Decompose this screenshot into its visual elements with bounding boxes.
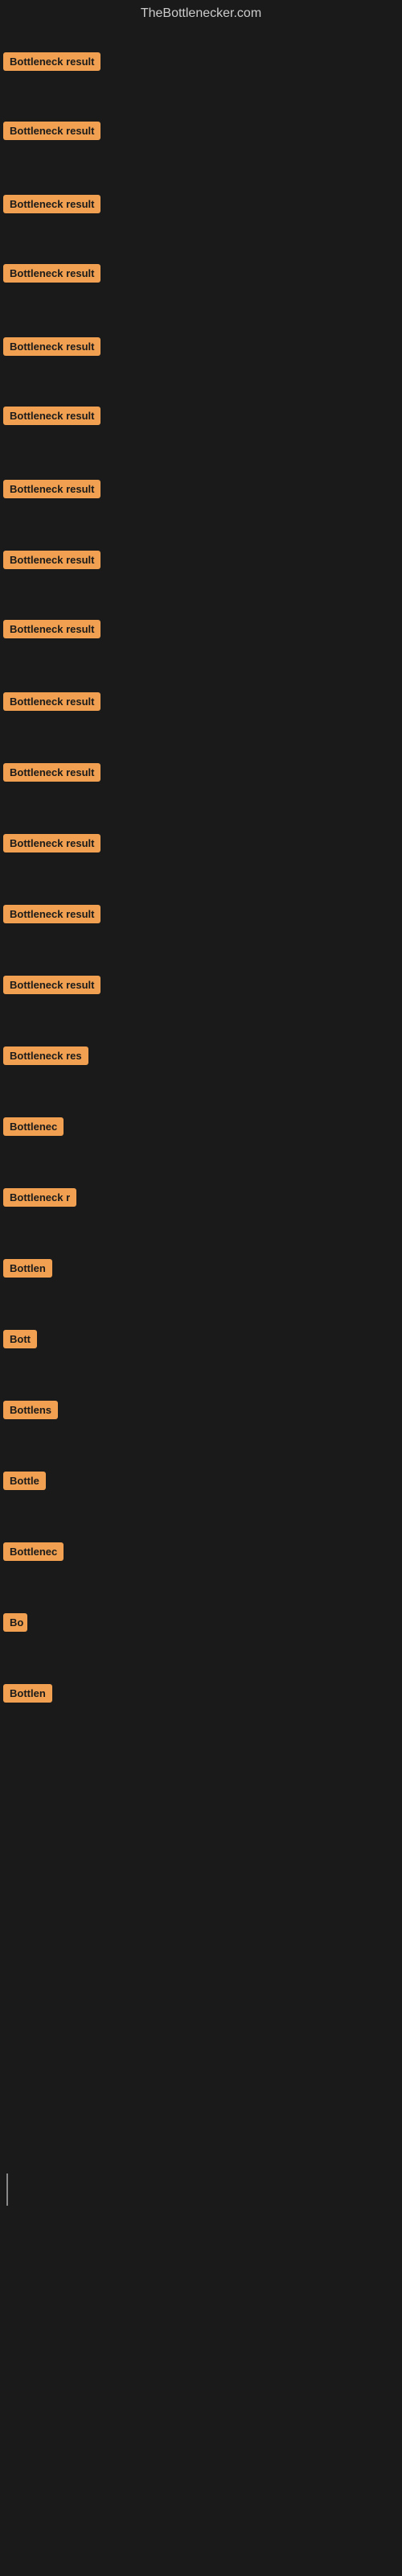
bottleneck-badge: Bottleneck result <box>3 480 100 498</box>
bottleneck-item-2[interactable]: Bottleneck result <box>3 122 100 144</box>
bottleneck-badge: Bottlens <box>3 1401 58 1419</box>
bottleneck-badge: Bottleneck result <box>3 763 100 782</box>
bottleneck-badge: Bott <box>3 1330 37 1348</box>
bottleneck-badge: Bottleneck result <box>3 122 100 140</box>
site-title: TheBottlenecker.com <box>0 0 402 31</box>
bottleneck-badge: Bottleneck result <box>3 407 100 425</box>
bottleneck-badge: Bottleneck r <box>3 1188 76 1207</box>
bottleneck-item-12[interactable]: Bottleneck result <box>3 834 100 857</box>
bottleneck-badge: Bottleneck result <box>3 834 100 852</box>
bottleneck-badge: Bottleneck result <box>3 620 100 638</box>
bottleneck-item-10[interactable]: Bottleneck result <box>3 692 100 715</box>
bottleneck-item-7[interactable]: Bottleneck result <box>3 480 100 502</box>
bottleneck-item-1[interactable]: Bottleneck result <box>3 52 100 75</box>
bottleneck-item-14[interactable]: Bottleneck result <box>3 976 100 998</box>
bottleneck-badge: Bottleneck result <box>3 692 100 711</box>
bottleneck-item-4[interactable]: Bottleneck result <box>3 264 100 287</box>
bottleneck-item-22[interactable]: Bottlenec <box>3 1542 64 1565</box>
bottleneck-item-23[interactable]: Bo <box>3 1613 27 1636</box>
bottleneck-item-11[interactable]: Bottleneck result <box>3 763 100 786</box>
bottleneck-badge: Bottleneck result <box>3 195 100 213</box>
bottleneck-item-9[interactable]: Bottleneck result <box>3 620 100 642</box>
bottleneck-item-21[interactable]: Bottle <box>3 1472 46 1494</box>
bottleneck-item-13[interactable]: Bottleneck result <box>3 905 100 927</box>
bottleneck-badge: Bottlen <box>3 1684 52 1703</box>
bottleneck-badge: Bottle <box>3 1472 46 1490</box>
bottleneck-item-16[interactable]: Bottlenec <box>3 1117 64 1140</box>
bottleneck-item-20[interactable]: Bottlens <box>3 1401 58 1423</box>
bottleneck-item-17[interactable]: Bottleneck r <box>3 1188 76 1211</box>
bottleneck-badge: Bottleneck res <box>3 1046 88 1065</box>
bottleneck-item-6[interactable]: Bottleneck result <box>3 407 100 429</box>
bottleneck-item-19[interactable]: Bott <box>3 1330 37 1352</box>
bottleneck-item-3[interactable]: Bottleneck result <box>3 195 100 217</box>
bottleneck-item-24[interactable]: Bottlen <box>3 1684 52 1707</box>
bottleneck-badge: Bottlen <box>3 1259 52 1278</box>
bottleneck-badge: Bottleneck result <box>3 551 100 569</box>
bottleneck-item-5[interactable]: Bottleneck result <box>3 337 100 360</box>
bottleneck-badge: Bottleneck result <box>3 52 100 71</box>
bottleneck-badge: Bottleneck result <box>3 905 100 923</box>
cursor-line <box>6 2174 8 2206</box>
bottleneck-badge: Bottleneck result <box>3 976 100 994</box>
bottleneck-badge: Bottleneck result <box>3 264 100 283</box>
bottleneck-badge: Bo <box>3 1613 27 1632</box>
bottleneck-badge: Bottlenec <box>3 1117 64 1136</box>
bottleneck-item-18[interactable]: Bottlen <box>3 1259 52 1282</box>
bottleneck-item-15[interactable]: Bottleneck res <box>3 1046 88 1069</box>
bottleneck-badge: Bottleneck result <box>3 337 100 356</box>
bottleneck-badge: Bottlenec <box>3 1542 64 1561</box>
bottleneck-item-8[interactable]: Bottleneck result <box>3 551 100 573</box>
